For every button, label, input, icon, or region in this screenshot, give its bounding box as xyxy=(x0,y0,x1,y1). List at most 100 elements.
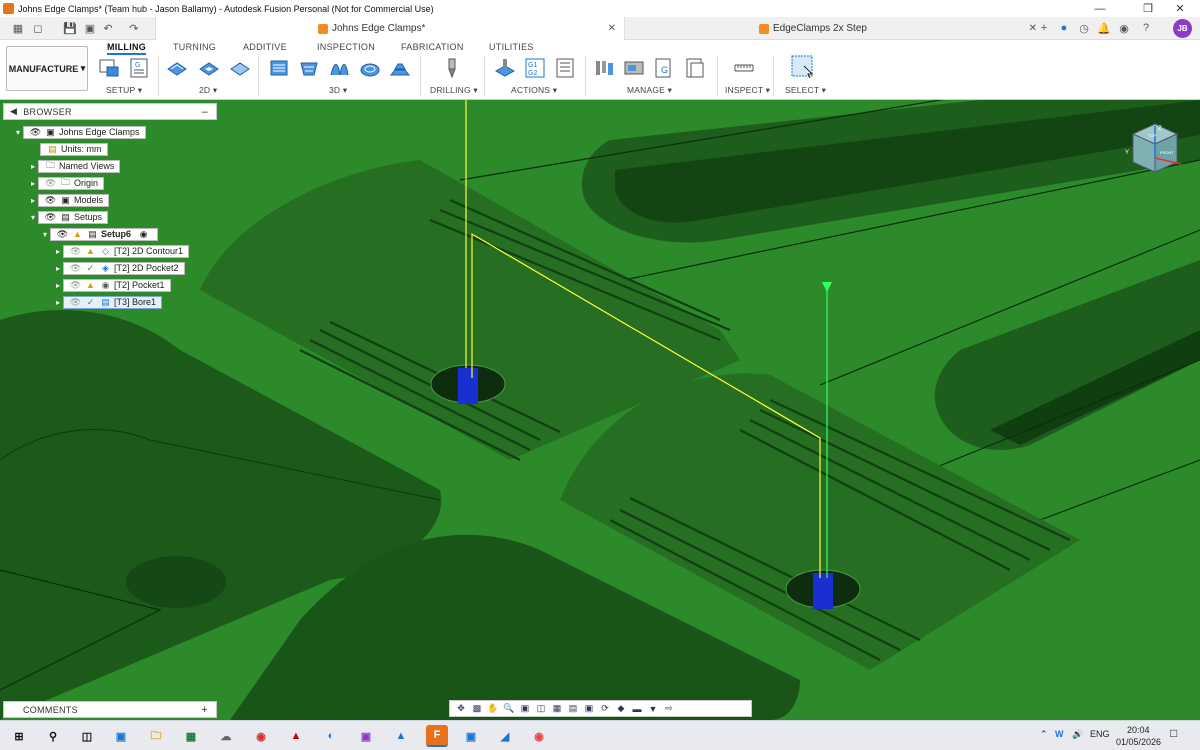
setups-node[interactable]: ▾ 👁 ▤ Setups xyxy=(28,210,109,224)
units-node[interactable]: ▤ Units: mm xyxy=(40,142,108,156)
select-icon[interactable] xyxy=(790,54,816,80)
minimize-button[interactable]: — xyxy=(1080,0,1120,17)
user-avatar[interactable]: JB xyxy=(1173,19,1192,38)
group-inspect[interactable]: INSPECT ▾ xyxy=(725,85,770,96)
expand-icon[interactable]: ▾ xyxy=(28,211,38,223)
origin-row[interactable]: 👁 🗀 Origin xyxy=(38,176,105,190)
notification-icon[interactable]: □ xyxy=(1170,726,1177,740)
measure-icon[interactable] xyxy=(733,57,755,79)
canvas-viewport[interactable] xyxy=(0,100,1200,720)
add-comment-icon[interactable]: + xyxy=(201,704,208,716)
clock-icon[interactable]: ◷ xyxy=(1076,20,1092,36)
setup-sheet-icon[interactable] xyxy=(554,57,576,79)
stock-icon[interactable]: ▣ xyxy=(582,703,596,715)
language-indicator[interactable]: ENG xyxy=(1090,729,1110,739)
tab-edgeclamps-2x-step[interactable]: EdgeClamps 2x Step ✕ xyxy=(745,17,1045,40)
app-icon[interactable]: ◉ xyxy=(528,725,550,747)
help-icon[interactable]: ? xyxy=(1138,20,1154,36)
scallop-icon[interactable] xyxy=(359,57,381,79)
expand-icon[interactable]: ▸ xyxy=(28,194,38,206)
close-tab-icon[interactable]: ✕ xyxy=(608,23,616,34)
excel-icon[interactable]: ▦ xyxy=(180,725,202,747)
expand-icon[interactable]: ▸ xyxy=(28,177,38,189)
app-icon[interactable]: ☁ xyxy=(215,725,237,747)
tab-utilities[interactable]: UTILITIES xyxy=(489,42,534,52)
nc-program-icon[interactable]: G xyxy=(128,57,150,79)
post-process-icon[interactable]: G1G2 xyxy=(524,57,546,79)
root-node[interactable]: 👁 ▣ Johns Edge Clamps xyxy=(23,125,146,139)
chrome-icon[interactable]: ◉ xyxy=(250,725,272,747)
file-explorer-icon[interactable]: 🗀 xyxy=(145,725,167,747)
model-render[interactable] xyxy=(0,100,1200,720)
parallel-icon[interactable] xyxy=(328,57,350,79)
minimize-panel-icon[interactable]: – xyxy=(202,106,208,118)
expand-icon[interactable]: ▸ xyxy=(28,160,38,172)
app-icon[interactable]: ▣ xyxy=(355,725,377,747)
tool-library-icon[interactable] xyxy=(594,57,616,79)
grid-icon[interactable]: ▦ xyxy=(550,703,564,715)
display-settings-icon[interactable]: ◫ xyxy=(534,703,548,715)
eye-icon[interactable]: 👁 xyxy=(44,194,57,207)
tree-root[interactable]: ▾ 👁 ▣ Johns Edge Clamps xyxy=(13,125,146,139)
2d-adaptive-icon[interactable] xyxy=(166,57,188,79)
activate-setup-icon[interactable]: ◉ xyxy=(137,228,150,241)
bell-icon[interactable]: ◉ xyxy=(1116,20,1132,36)
new-setup-icon[interactable] xyxy=(98,57,120,79)
look-at-icon[interactable]: ▩ xyxy=(470,703,484,715)
expand-icon[interactable]: ▸ xyxy=(53,245,63,257)
refresh-icon[interactable]: ⟳ xyxy=(598,703,612,715)
task-view-icon[interactable]: ◫ xyxy=(76,725,98,747)
drill-icon[interactable] xyxy=(441,57,463,79)
autodesk-icon[interactable]: ▲ xyxy=(390,725,412,747)
eye-icon[interactable]: 👁 xyxy=(44,177,57,190)
tool-display-icon[interactable]: ◆ xyxy=(614,703,628,715)
save-icon[interactable]: 💾 xyxy=(62,20,78,36)
notifications-icon[interactable]: 🔔 xyxy=(1096,20,1112,36)
zoom-icon[interactable]: 🔍 xyxy=(502,703,516,715)
close-button[interactable]: ✕ xyxy=(1160,0,1200,17)
origin-node[interactable]: ▸ 👁 🗀 Origin xyxy=(28,176,105,190)
post-library-icon[interactable] xyxy=(684,57,706,79)
models-node[interactable]: ▸ 👁 ▣ Models xyxy=(28,193,110,207)
expand-icon[interactable]: ▸ xyxy=(53,296,63,308)
operation-row[interactable]: 👁 ✓ ◈ [T2] 2D Pocket2 xyxy=(63,261,185,275)
app-icon[interactable]: ◢ xyxy=(494,725,516,747)
search-icon[interactable]: ⚲ xyxy=(42,725,64,747)
workspace-switcher[interactable]: MANUFACTURE ▾ xyxy=(6,46,88,91)
operation-row[interactable]: 👁 ▲ ◇ [T2] 2D Contour1 xyxy=(63,244,190,258)
group-actions[interactable]: ACTIONS ▾ xyxy=(511,85,557,96)
app-grid-icon[interactable]: ▦ xyxy=(10,20,26,36)
speaker-icon[interactable]: 🔊 xyxy=(1072,729,1083,740)
fusion-taskbar-icon[interactable]: F xyxy=(426,725,448,747)
units-row[interactable]: ▤ Units: mm xyxy=(40,142,108,156)
fit-icon[interactable]: ▣ xyxy=(518,703,532,715)
viewports-icon[interactable]: ▤ xyxy=(566,703,580,715)
2d-pocket-icon[interactable] xyxy=(198,57,220,79)
eye-icon[interactable]: 👁 xyxy=(69,279,82,292)
save-button[interactable]: ▣ xyxy=(82,20,98,36)
tab-inspection[interactable]: INSPECTION xyxy=(317,42,375,52)
3d-adaptive-icon[interactable] xyxy=(268,57,290,79)
group-3d[interactable]: 3D ▾ xyxy=(329,85,347,96)
setups-row[interactable]: 👁 ▤ Setups xyxy=(38,210,109,224)
comments-panel[interactable]: COMMENTS + xyxy=(3,701,217,718)
redo-icon[interactable]: ↷ xyxy=(126,20,142,36)
edge-icon[interactable]: ◐ xyxy=(320,725,342,747)
orbit-icon[interactable]: ✥ xyxy=(454,703,468,715)
windows-start-icon[interactable]: ⊞ xyxy=(8,725,30,747)
machine-library-icon[interactable] xyxy=(623,57,645,79)
job-status-icon[interactable]: ● xyxy=(1056,20,1072,36)
eye-icon[interactable]: 👁 xyxy=(69,262,82,275)
tab-milling[interactable]: MILLING xyxy=(107,42,147,55)
expand-icon[interactable]: ▸ xyxy=(53,262,63,274)
named-views-row[interactable]: 🗀 Named Views xyxy=(38,159,121,173)
eye-icon[interactable]: 👁 xyxy=(44,211,57,224)
viewcube[interactable]: Z Y TOP FRONT xyxy=(1125,120,1185,180)
3d-pocket-icon[interactable] xyxy=(298,57,320,79)
eye-icon[interactable]: 👁 xyxy=(69,296,82,309)
tray-chevron-icon[interactable]: ⌃ xyxy=(1040,729,1048,740)
collapse-browser-icon[interactable]: ◀ xyxy=(10,106,17,117)
setup-row[interactable]: 👁 ▲ ▤ Setup6 ◉ xyxy=(50,227,159,241)
store-icon[interactable]: ▣ xyxy=(110,725,132,747)
expand-icon[interactable]: ▾ xyxy=(40,228,50,240)
